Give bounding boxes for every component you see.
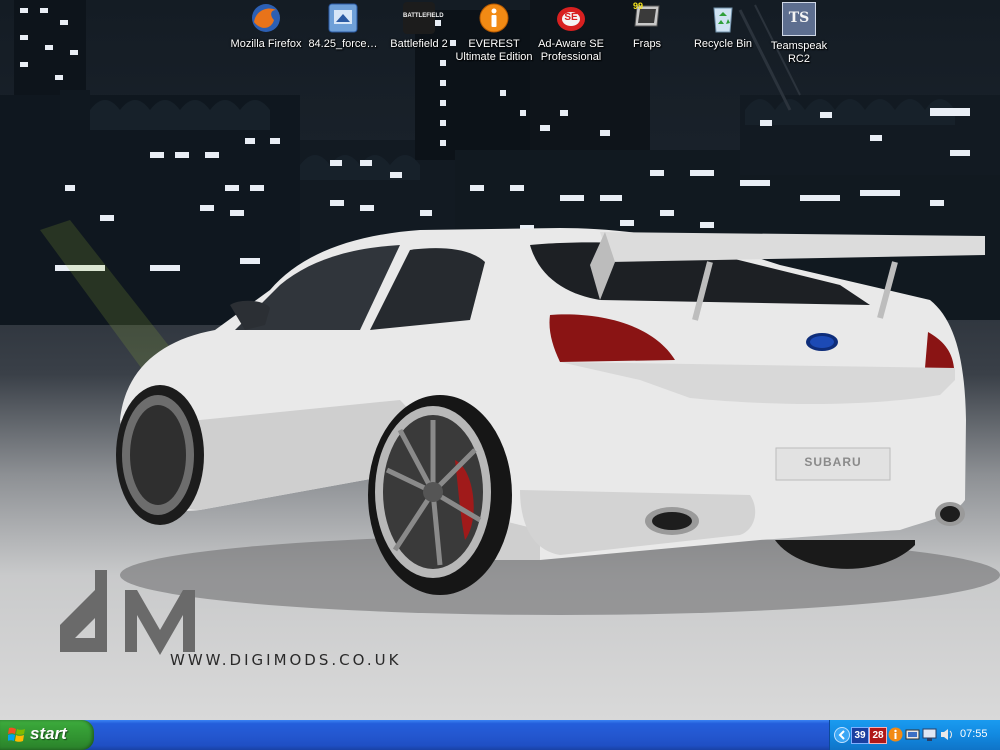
desktop-wallpaper[interactable]: SUBARU WWW.DIGIMODS.CO.UK bbox=[0, 0, 1000, 720]
tray-temp-monitor-1[interactable]: 39 bbox=[851, 727, 869, 744]
desktop-icon-label: Fraps bbox=[632, 38, 662, 50]
volume-tray-icon[interactable] bbox=[939, 727, 954, 742]
desktop-icon-label: EVEREST Ultimate Edition bbox=[455, 38, 533, 63]
desktop-icon-label: Battlefield 2 bbox=[390, 38, 448, 50]
fraps-logo-text: 99 bbox=[633, 1, 644, 11]
clock[interactable]: 07:55 bbox=[960, 728, 988, 740]
teamspeak-logo-text: TS bbox=[788, 10, 810, 26]
adaware-logo-text: SE bbox=[564, 12, 578, 23]
fraps-icon: 99 bbox=[631, 1, 663, 34]
firefox-icon bbox=[250, 2, 282, 34]
desktop-icon-battlefield-2[interactable]: BATTLEFIELD Battlefield 2 bbox=[379, 2, 459, 51]
adaware-icon: SE bbox=[555, 2, 587, 34]
desktop-icon-recycle-bin[interactable]: Recycle Bin bbox=[683, 2, 763, 51]
desktop-icon-label: 84.25_force… bbox=[308, 38, 378, 50]
start-button[interactable]: start bbox=[0, 720, 94, 750]
info-icon bbox=[478, 2, 510, 34]
desktop-icon-label: Ad-Aware SE Professional bbox=[538, 38, 604, 63]
watermark-url: WWW.DIGIMODS.CO.UK bbox=[170, 651, 402, 669]
tray-temp-monitor-2[interactable]: 28 bbox=[869, 727, 887, 744]
desktop-icon-label: Teamspeak RC2 bbox=[770, 40, 828, 65]
installer-icon bbox=[327, 2, 359, 34]
desktop-icon-force[interactable]: 84.25_force… bbox=[303, 2, 383, 51]
network-tray-icon[interactable] bbox=[905, 727, 920, 742]
desktop-icon-label: Mozilla Firefox bbox=[230, 38, 302, 50]
system-tray: 39 28 07:55 bbox=[829, 720, 1000, 750]
car-plate-text: SUBARU bbox=[804, 455, 862, 469]
windows-logo-icon bbox=[8, 727, 25, 742]
start-label: start bbox=[30, 724, 67, 743]
desktop-icon-fraps[interactable]: 99 Fraps bbox=[607, 1, 687, 51]
battlefield-icon: BATTLEFIELD bbox=[403, 2, 444, 34]
desktop-icon-label: Recycle Bin bbox=[693, 38, 753, 50]
monitor-tray-icon[interactable] bbox=[922, 727, 937, 742]
battlefield-logo-text: BATTLEFIELD bbox=[403, 13, 444, 19]
taskbar: start 39 28 07:55 bbox=[0, 720, 1000, 750]
desktop-icon-firefox[interactable]: Mozilla Firefox bbox=[226, 2, 306, 51]
recycle-bin-icon bbox=[707, 2, 739, 34]
teamspeak-icon: TS bbox=[782, 2, 816, 36]
info-tray-icon[interactable] bbox=[888, 727, 903, 742]
tray-expand-chevron-icon[interactable] bbox=[834, 727, 850, 743]
desktop-icon-everest[interactable]: EVEREST Ultimate Edition bbox=[454, 2, 534, 64]
desktop-icon-teamspeak[interactable]: TS Teamspeak RC2 bbox=[759, 2, 839, 66]
desktop-icon-adaware[interactable]: SE Ad-Aware SE Professional bbox=[531, 2, 611, 64]
